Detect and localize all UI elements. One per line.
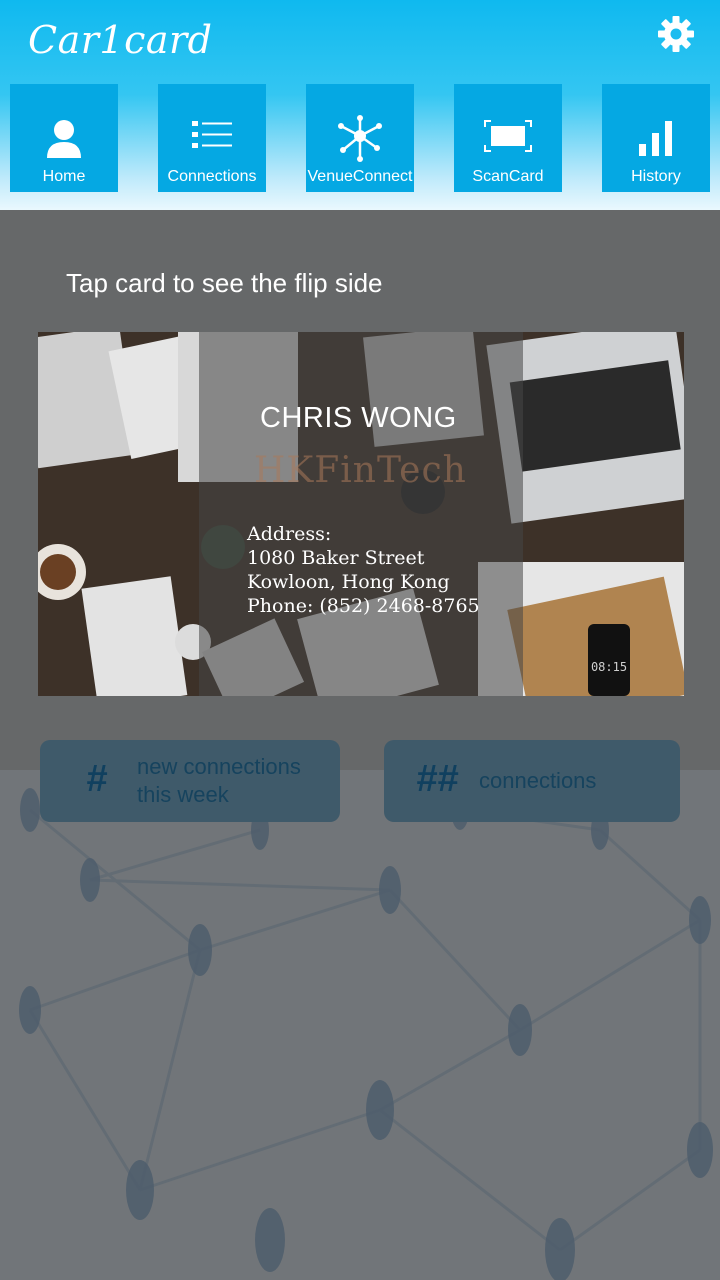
flip-hint-text: Tap card to see the flip side xyxy=(66,268,383,298)
network-icon xyxy=(338,115,382,162)
card-address-line2: Kowloon, Hong Kong xyxy=(247,571,450,593)
new-connections-button[interactable]: # new connections this week xyxy=(40,740,340,822)
nav-history[interactable]: History xyxy=(602,84,710,192)
business-card[interactable]: 08:15 CHRIS WONG HKFinTech Address: 1080… xyxy=(38,332,684,696)
connections-button[interactable]: ## connections xyxy=(384,740,680,822)
nav-home[interactable]: Home xyxy=(10,84,118,192)
card-name: CHRIS WONG xyxy=(260,402,457,434)
nav-home-label: Home xyxy=(42,168,86,185)
nav-history-label: History xyxy=(631,168,681,185)
nav-scancard[interactable]: ScanCard xyxy=(454,84,562,192)
connections-count: ## xyxy=(416,758,459,800)
card-company: HKFinTech xyxy=(254,450,467,491)
nav-connections-label: Connections xyxy=(167,168,257,185)
card-address-label: Address: xyxy=(247,523,332,545)
new-connections-label: new connections this week xyxy=(137,753,301,809)
new-connections-count: # xyxy=(86,758,108,800)
new-connections-label-line1: new connections xyxy=(137,754,301,779)
app-header: Car1card Home Connections VenueConnect S… xyxy=(0,0,720,210)
card-text-panel xyxy=(199,332,523,696)
card-address-block: Address: 1080 Baker Street Kowloon, Hong… xyxy=(247,522,480,618)
scan-icon xyxy=(484,120,532,152)
bar-chart-icon xyxy=(639,121,672,156)
nav-venueconnect[interactable]: VenueConnect xyxy=(306,84,414,192)
card-phone: Phone: (852) 2468-8765 xyxy=(247,595,480,617)
connections-label: connections xyxy=(479,768,597,793)
svg-text:08:15: 08:15 xyxy=(591,660,627,674)
main-content: Tap card to see the flip side 08:15 CHRI… xyxy=(0,210,720,1280)
app-logo: Car1card xyxy=(28,18,213,62)
gear-icon[interactable] xyxy=(656,14,696,54)
nav-scancard-label: ScanCard xyxy=(472,168,544,185)
list-icon xyxy=(192,121,232,148)
nav-connections[interactable]: Connections xyxy=(158,84,266,192)
nav-venueconnect-label: VenueConnect xyxy=(307,168,413,185)
new-connections-label-line2: this week xyxy=(137,782,229,807)
card-address-line1: 1080 Baker Street xyxy=(247,547,425,569)
user-icon xyxy=(47,120,81,158)
